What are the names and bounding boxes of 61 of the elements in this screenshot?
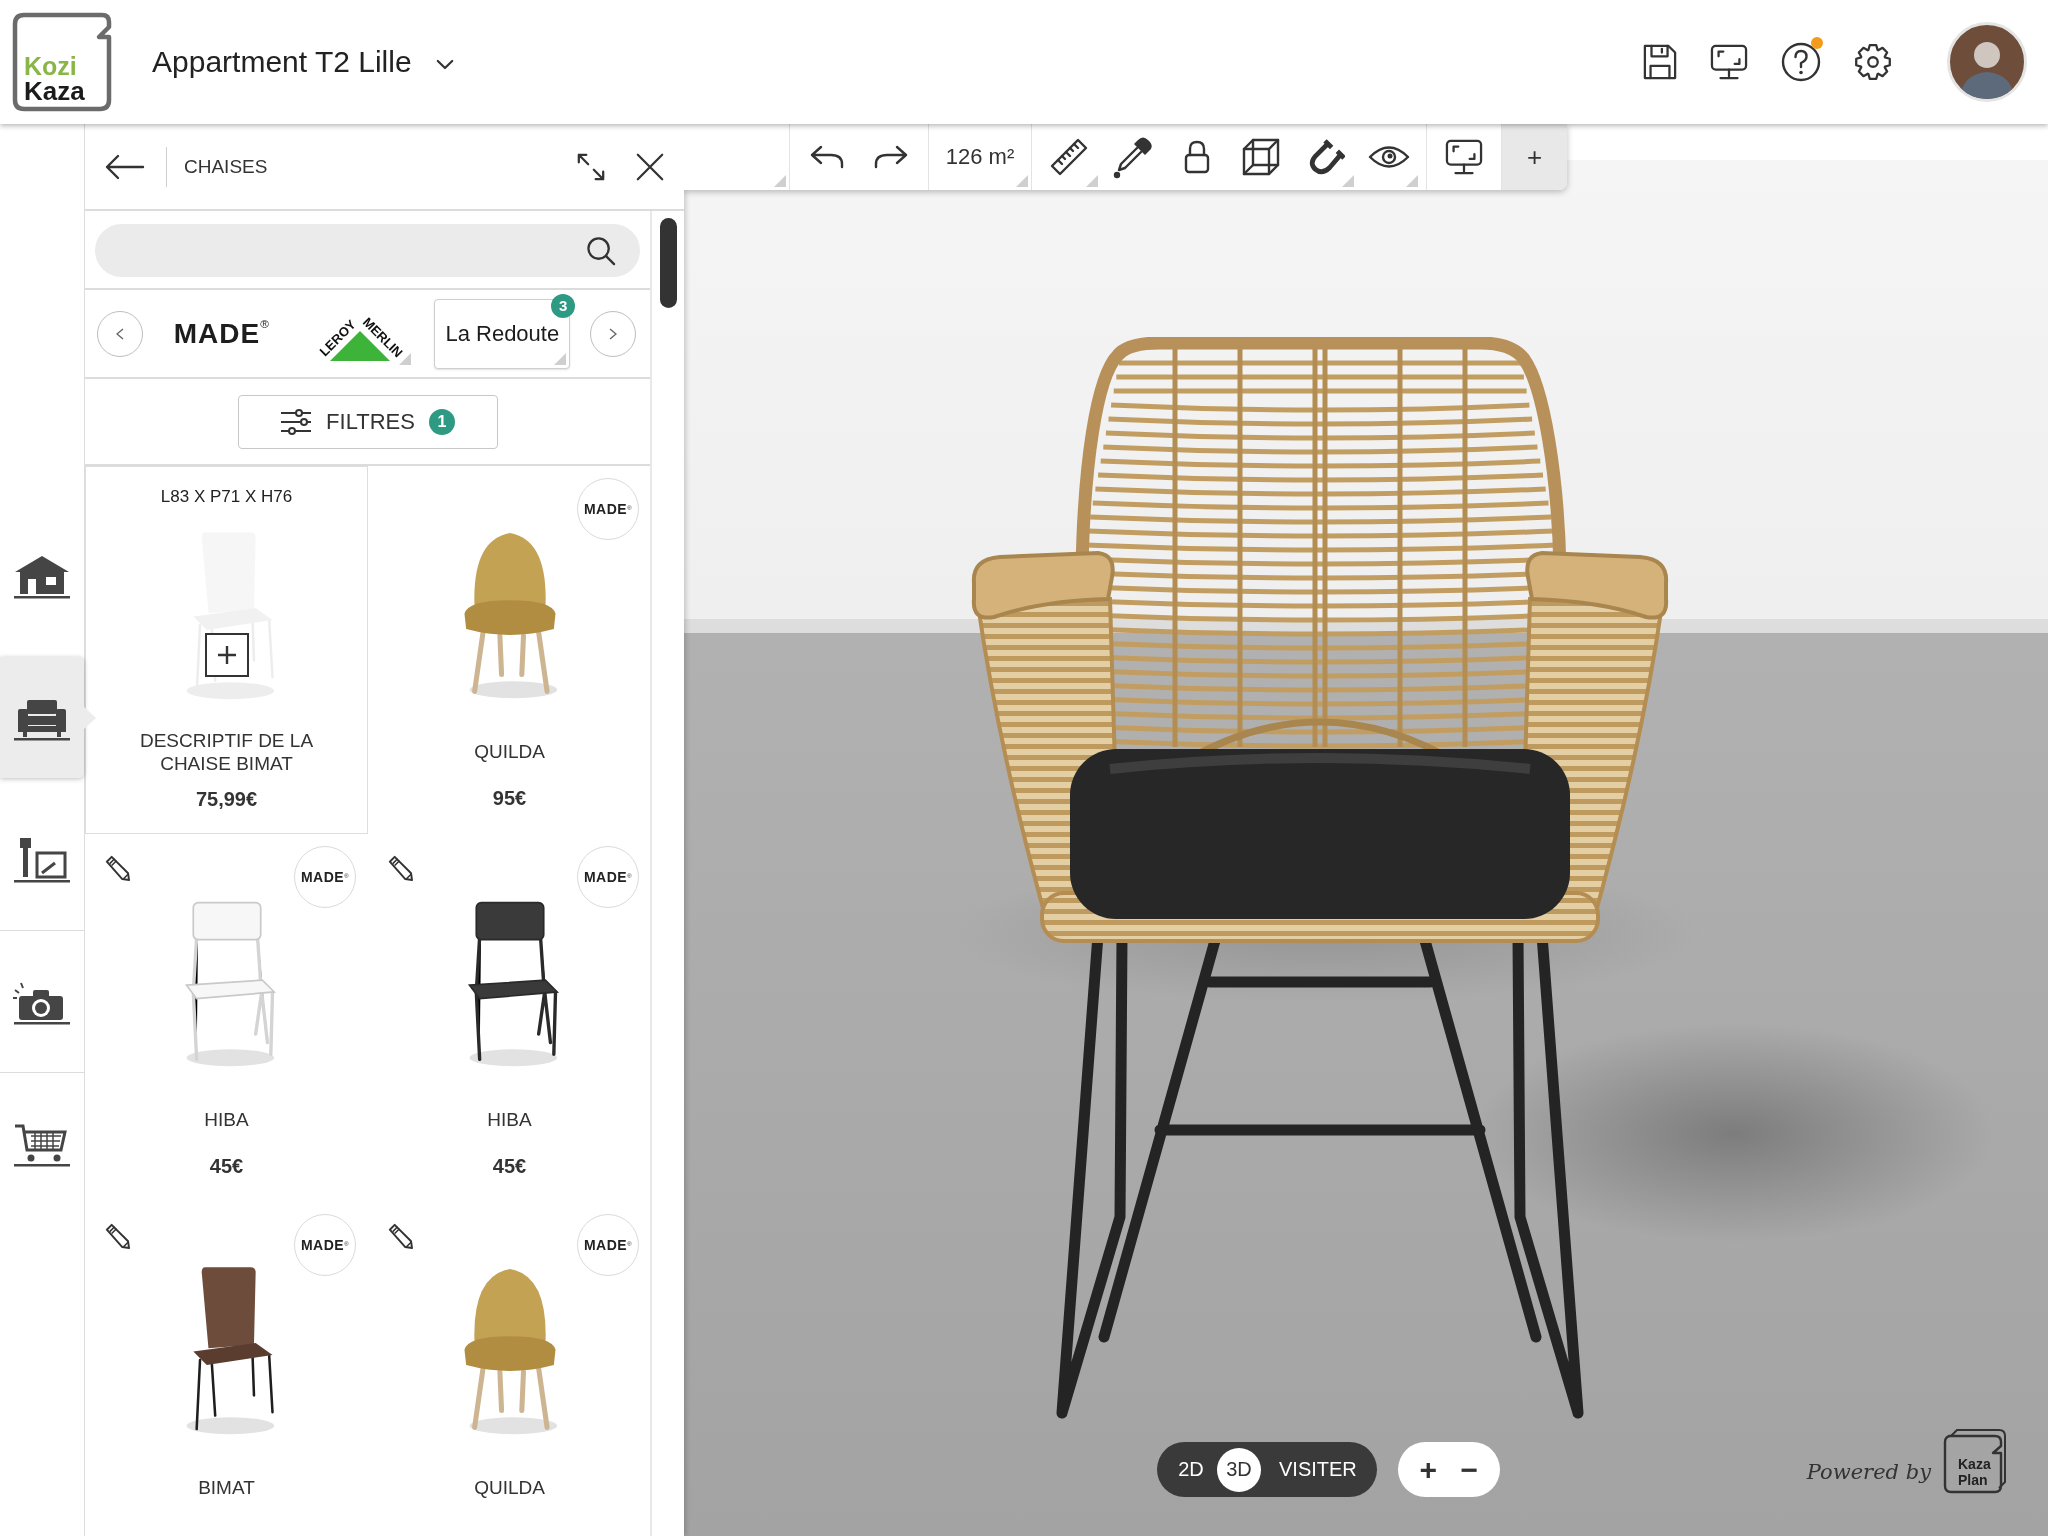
- pencil-icon[interactable]: [386, 1222, 413, 1249]
- monitor-icon[interactable]: [1445, 139, 1483, 175]
- product-price: 95€: [492, 787, 527, 810]
- add-button[interactable]: +: [1502, 124, 1567, 190]
- product-price: 45€: [209, 1155, 244, 1178]
- chevron-down-icon[interactable]: [435, 58, 454, 70]
- product-card[interactable]: L83 X P71 X H76 DESCRIPTIF DE LA CHAISE BIMAT 75,99€: [85, 466, 368, 834]
- pencil-icon[interactable]: [386, 854, 413, 881]
- brand-badge: MADE$^{®}$: [294, 846, 356, 908]
- scrollbar-thumb[interactable]: [660, 218, 677, 308]
- footer-logo: Kaza Plan: [1941, 1428, 2007, 1494]
- eye-icon[interactable]: [1368, 144, 1410, 170]
- panel-title: CHAISES: [184, 155, 268, 178]
- ruler-icon[interactable]: [1049, 137, 1089, 177]
- search-icon[interactable]: [586, 235, 616, 266]
- expand-icon[interactable]: [576, 151, 606, 182]
- product-name: QUILDA: [474, 1475, 545, 1499]
- chevron-left-icon: [116, 327, 124, 340]
- powered-by-label: Powered by: [1806, 1460, 1931, 1484]
- product-price: 75,99€: [195, 788, 258, 811]
- plus-icon: [216, 645, 237, 665]
- product-price: 45€: [492, 1155, 527, 1178]
- tools-icon[interactable]: [11, 835, 73, 884]
- brand-badge: MADE$^{®}$: [294, 1214, 356, 1276]
- chevron-right-icon: [608, 327, 617, 340]
- add-button[interactable]: [204, 633, 249, 677]
- product-name: DESCRIPTIF DE LA CHAISE BIMAT: [138, 729, 315, 775]
- eyedropper-icon[interactable]: [1113, 135, 1153, 179]
- cube-icon[interactable]: [1242, 138, 1280, 176]
- count-badge: 1: [428, 408, 455, 435]
- monitor-icon[interactable]: [1710, 44, 1748, 80]
- redo-icon[interactable]: [874, 145, 908, 169]
- brand-badge: MADE$^{®}$: [577, 478, 639, 540]
- view-mode-tab[interactable]: VISITER: [1265, 1447, 1371, 1492]
- product-name: HIBA: [487, 1107, 532, 1131]
- zoom-in-button[interactable]: +: [1413, 1454, 1444, 1485]
- product-name: BIMAT: [198, 1475, 255, 1499]
- undo-icon[interactable]: [810, 145, 844, 169]
- pencil-icon[interactable]: [103, 1222, 130, 1249]
- area-button[interactable]: 126 m²: [929, 124, 1031, 190]
- view-mode-tab[interactable]: 2D: [1169, 1447, 1213, 1492]
- search-field[interactable]: [95, 224, 640, 277]
- app-logo[interactable]: Kozi Kaza: [12, 12, 112, 112]
- filters-button[interactable]: FILTRES 1: [237, 394, 498, 449]
- brand-badge: MADE$^{®}$: [577, 846, 639, 908]
- lock-icon[interactable]: [1184, 140, 1210, 174]
- product-name: HIBA: [204, 1107, 249, 1131]
- sliders-icon: [280, 408, 313, 435]
- help-icon[interactable]: [1781, 42, 1821, 82]
- avatar[interactable]: [1947, 22, 2027, 102]
- zoom-out-button[interactable]: −: [1454, 1454, 1485, 1485]
- gear-icon[interactable]: [1854, 43, 1892, 81]
- product-name: QUILDA: [474, 739, 545, 763]
- brand-badge: MADE$^{®}$: [577, 1214, 639, 1276]
- dimensions-label: L83 X P71 X H76: [160, 487, 293, 507]
- view-mode-tab[interactable]: 3D: [1217, 1447, 1261, 1492]
- project-title: Appartment T2 Lille: [152, 45, 412, 79]
- pencil-icon[interactable]: [103, 854, 130, 881]
- close-icon[interactable]: [635, 151, 665, 182]
- count-badge: 3: [551, 293, 576, 318]
- back-arrow-icon[interactable]: [105, 153, 145, 180]
